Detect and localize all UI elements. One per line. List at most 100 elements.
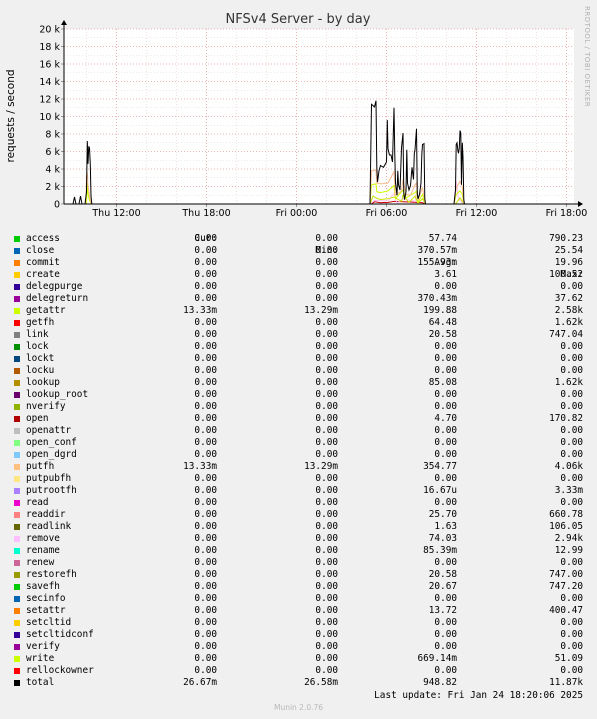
legend-max: 51.09 [554, 653, 583, 664]
legend-name: verify [26, 641, 60, 652]
legend-min: 0.00 [315, 665, 338, 676]
legend-min: 0.00 [315, 533, 338, 544]
legend-min: 0.00 [315, 581, 338, 592]
y-axis-arrow [61, 20, 67, 25]
legend-avg: 0.00 [434, 425, 457, 436]
legend-max: 0.00 [560, 557, 583, 568]
legend-name: rellockowner [26, 665, 94, 676]
legend-row-rellockowner: rellockowner 0.00 0.00 0.00 0.00 [0, 665, 597, 677]
legend-cur: 0.00 [194, 281, 217, 292]
rrdtool-watermark: RRDTOOL / TOBI OETIKER [583, 6, 591, 107]
legend-avg: 3.61 [434, 269, 457, 280]
legend-name: lookup [26, 377, 60, 388]
legend-avg: 20.67 [428, 581, 457, 592]
legend-min: 0.00 [315, 269, 338, 280]
legend-max: 0.00 [560, 437, 583, 448]
legend-name: locku [26, 365, 55, 376]
legend-max: 170.82 [549, 413, 583, 424]
legend-name: secinfo [26, 593, 66, 604]
legend-max: 0.00 [560, 665, 583, 676]
legend-avg: 0.00 [434, 557, 457, 568]
legend-max: 0.00 [560, 353, 583, 364]
legend-avg: 20.58 [428, 569, 457, 580]
legend-min: 0.00 [315, 329, 338, 340]
x-tick-label: Fri 18:00 [546, 208, 588, 219]
legend-max: 747.04 [549, 329, 583, 340]
legend-cur: 0.00 [194, 629, 217, 640]
legend-avg: 0.00 [434, 401, 457, 412]
legend-cur: 0.00 [194, 353, 217, 364]
y-tick-label: 14 k [39, 77, 60, 88]
legend-swatch [14, 512, 20, 518]
legend-max: 747.00 [549, 569, 583, 580]
legend-max: 0.00 [560, 425, 583, 436]
legend-avg: 85.39m [423, 545, 457, 556]
legend-cur: 0.00 [194, 485, 217, 496]
legend-avg: 370.57m [417, 245, 457, 256]
legend-row-setcltidconf: setcltidconf 0.00 0.00 0.00 0.00 [0, 629, 597, 641]
legend-swatch [14, 548, 20, 554]
legend-max: 37.62 [554, 293, 583, 304]
legend-max: 0.00 [560, 341, 583, 352]
legend-row-readdir: readdir 0.00 0.00 25.70 660.78 [0, 509, 597, 521]
legend-min: 0.00 [315, 413, 338, 424]
legend-row-putfh: putfh 13.33m 13.29m 354.77 4.06k [0, 461, 597, 473]
legend-table: Cur: Min: Avg: Max: access 0.00 0.00 57.74 7… [0, 221, 597, 689]
legend-swatch [14, 248, 20, 254]
munin-version: Munin 2.0.76 [273, 703, 324, 712]
y-tick-label: 2 k [45, 182, 60, 193]
legend-row-link: link 0.00 0.00 20.58 747.04 [0, 329, 597, 341]
legend-swatch [14, 368, 20, 374]
y-tick-label: 10 k [39, 112, 60, 123]
legend-row-getattr: getattr 13.33m 13.29m 199.88 2.58k [0, 305, 597, 317]
legend-row-open-conf: open_conf 0.00 0.00 0.00 0.00 [0, 437, 597, 449]
legend-name: delegpurge [26, 281, 83, 292]
legend-swatch [14, 452, 20, 458]
legend-max: 0.00 [560, 593, 583, 604]
legend-min: 0.00 [315, 377, 338, 388]
legend-max: 2.94k [554, 533, 583, 544]
legend-name: putfh [26, 461, 55, 472]
legend-cur: 0.00 [194, 569, 217, 580]
legend-min: 0.00 [315, 401, 338, 412]
legend-max: 11.87k [549, 677, 583, 688]
legend-name: getfh [26, 317, 55, 328]
legend-max: 0.00 [560, 401, 583, 412]
legend-max: 0.00 [560, 389, 583, 400]
legend-row-setcltid: setcltid 0.00 0.00 0.00 0.00 [0, 617, 597, 629]
legend-row-readlink: readlink 0.00 0.00 1.63 106.05 [0, 521, 597, 533]
legend-name: putpubfh [26, 473, 72, 484]
legend-swatch [14, 404, 20, 410]
legend-min: 13.29m [304, 461, 338, 472]
legend-swatch [14, 320, 20, 326]
legend-swatch [14, 416, 20, 422]
legend-avg: 155.93m [417, 257, 457, 268]
legend-name: setcltidconf [26, 629, 94, 640]
legend-avg: 0.00 [434, 437, 457, 448]
legend-swatch [14, 236, 20, 242]
legend-cur: 0.00 [194, 257, 217, 268]
legend-name: lock [26, 341, 49, 352]
legend-name: nverify [26, 401, 66, 412]
legend-swatch [14, 500, 20, 506]
legend-name: lockt [26, 353, 55, 364]
legend-cur: 0.00 [194, 521, 217, 532]
legend-swatch [14, 596, 20, 602]
legend-avg: 13.72 [428, 605, 457, 616]
legend-cur: 0.00 [194, 425, 217, 436]
legend-avg: 370.43m [417, 293, 457, 304]
legend-min: 0.00 [315, 473, 338, 484]
legend-max: 400.47 [549, 605, 583, 616]
legend-header: Cur: Min: Avg: Max: [0, 221, 597, 280]
legend-row-lookup-root: lookup_root 0.00 0.00 0.00 0.00 [0, 389, 597, 401]
legend-max: 660.78 [549, 509, 583, 520]
legend-min: 0.00 [315, 521, 338, 532]
legend-min: 0.00 [315, 629, 338, 640]
y-tick-label: 0 [54, 200, 60, 211]
legend-max: 747.20 [549, 581, 583, 592]
legend-name: access [26, 233, 60, 244]
legend-cur: 0.00 [194, 389, 217, 400]
legend-cur: 26.67m [183, 677, 217, 688]
legend-min: 0.00 [315, 653, 338, 664]
legend-row-renew: renew 0.00 0.00 0.00 0.00 [0, 557, 597, 569]
